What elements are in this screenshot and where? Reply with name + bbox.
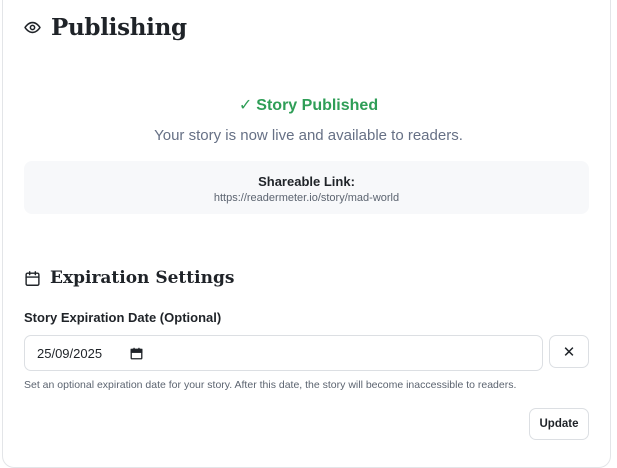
clear-date-button[interactable]: ✕ (549, 335, 589, 368)
publishing-header: Publishing (24, 14, 187, 41)
expiration-date-input[interactable]: 25/09/2025 (24, 335, 543, 371)
expiration-section-header: Expiration Settings (24, 268, 234, 288)
shareable-link-url[interactable]: https://readermeter.io/story/mad-world (24, 192, 589, 204)
publishing-card (2, 0, 611, 468)
shareable-link-box: Shareable Link: https://readermeter.io/s… (24, 161, 589, 214)
status-title: Story Published (256, 97, 379, 114)
close-icon: ✕ (562, 343, 576, 361)
status-subtitle: Your story is now live and available to … (154, 127, 463, 144)
calendar-icon (24, 270, 41, 287)
date-picker-icon[interactable] (130, 347, 143, 360)
page-title: Publishing (51, 14, 187, 41)
shareable-link-label: Shareable Link: (258, 174, 355, 189)
eye-icon (24, 19, 41, 36)
expiration-section-title: Expiration Settings (50, 268, 235, 288)
expiration-help-text: Set an optional expiration date for your… (24, 379, 517, 391)
expiration-date-value: 25/09/2025 (37, 345, 103, 361)
check-icon: ✓ (238, 97, 253, 114)
update-button[interactable]: Update (529, 408, 589, 440)
expiration-date-label: Story Expiration Date (Optional) (24, 310, 222, 325)
publish-status: ✓ Story Published (0, 95, 617, 115)
